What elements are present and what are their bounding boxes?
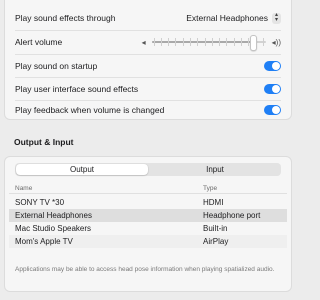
alert-volume-row: Alert volume ◂ ◂)) (5, 31, 291, 53)
slider-thumb[interactable] (249, 35, 257, 51)
volume-feedback-toggle[interactable] (264, 105, 281, 115)
startup-sound-row: Play sound on startup (5, 55, 291, 77)
sound-effects-card: Play sound effects through External Head… (4, 0, 292, 120)
output-input-card: Output Input Name Type SONY TV *30 HDMI … (4, 156, 292, 292)
device-name: SONY TV *30 (15, 198, 65, 207)
slider-ticks (153, 38, 264, 46)
device-name: Mom's Apple TV (15, 237, 73, 246)
alert-volume-control: ◂ ◂)) (141, 35, 281, 51)
ui-sound-effects-label: Play user interface sound effects (15, 84, 139, 94)
sound-settings-page: Play sound effects through External Head… (0, 0, 300, 300)
startup-sound-toggle[interactable] (264, 61, 281, 71)
sound-effects-output-label: Play sound effects through (15, 13, 116, 23)
device-type: Built-in (203, 224, 228, 233)
ui-sound-effects-toggle[interactable] (264, 84, 281, 94)
table-row[interactable]: Mac Studio Speakers Built-in (9, 222, 287, 235)
output-devices-table: Name Type SONY TV *30 HDMI External Head… (9, 183, 287, 248)
device-type: AirPlay (203, 237, 229, 246)
startup-sound-label: Play sound on startup (15, 61, 98, 71)
alert-volume-label: Alert volume (15, 37, 63, 47)
device-type: HDMI (203, 198, 224, 207)
speaker-high-icon: ◂)) (271, 37, 281, 47)
table-row[interactable]: Mom's Apple TV AirPlay (9, 235, 287, 248)
spatial-audio-note: Applications may be able to access head … (15, 266, 275, 273)
device-type: Headphone port (203, 211, 261, 220)
speaker-low-icon: ◂ (141, 37, 146, 47)
output-input-title: Output & Input (14, 137, 74, 147)
volume-feedback-label: Play feedback when volume is changed (15, 105, 165, 115)
device-name: External Headphones (15, 211, 92, 220)
tab-output[interactable]: Output (16, 164, 148, 175)
sound-effects-output-row: Play sound effects through External Head… (5, 7, 291, 29)
column-header-type[interactable]: Type (203, 185, 287, 192)
volume-feedback-row: Play feedback when volume is changed (5, 99, 291, 121)
table-row[interactable]: SONY TV *30 HDMI (9, 196, 287, 209)
sound-effects-output-popup[interactable]: External Headphones ▴ ▾ (186, 12, 281, 24)
device-name: Mac Studio Speakers (15, 224, 92, 233)
table-header: Name Type (9, 183, 287, 194)
ui-sound-effects-row: Play user interface sound effects (5, 78, 291, 100)
output-input-segmented-control: Output Input (15, 163, 281, 176)
table-row-selected[interactable]: External Headphones Headphone port (9, 209, 287, 222)
alert-volume-slider[interactable] (151, 35, 266, 51)
tab-input[interactable]: Input (149, 163, 281, 176)
column-header-name[interactable]: Name (15, 185, 203, 192)
sound-effects-output-value: External Headphones (186, 13, 268, 23)
chevron-up-down-icon: ▴ ▾ (272, 12, 281, 24)
